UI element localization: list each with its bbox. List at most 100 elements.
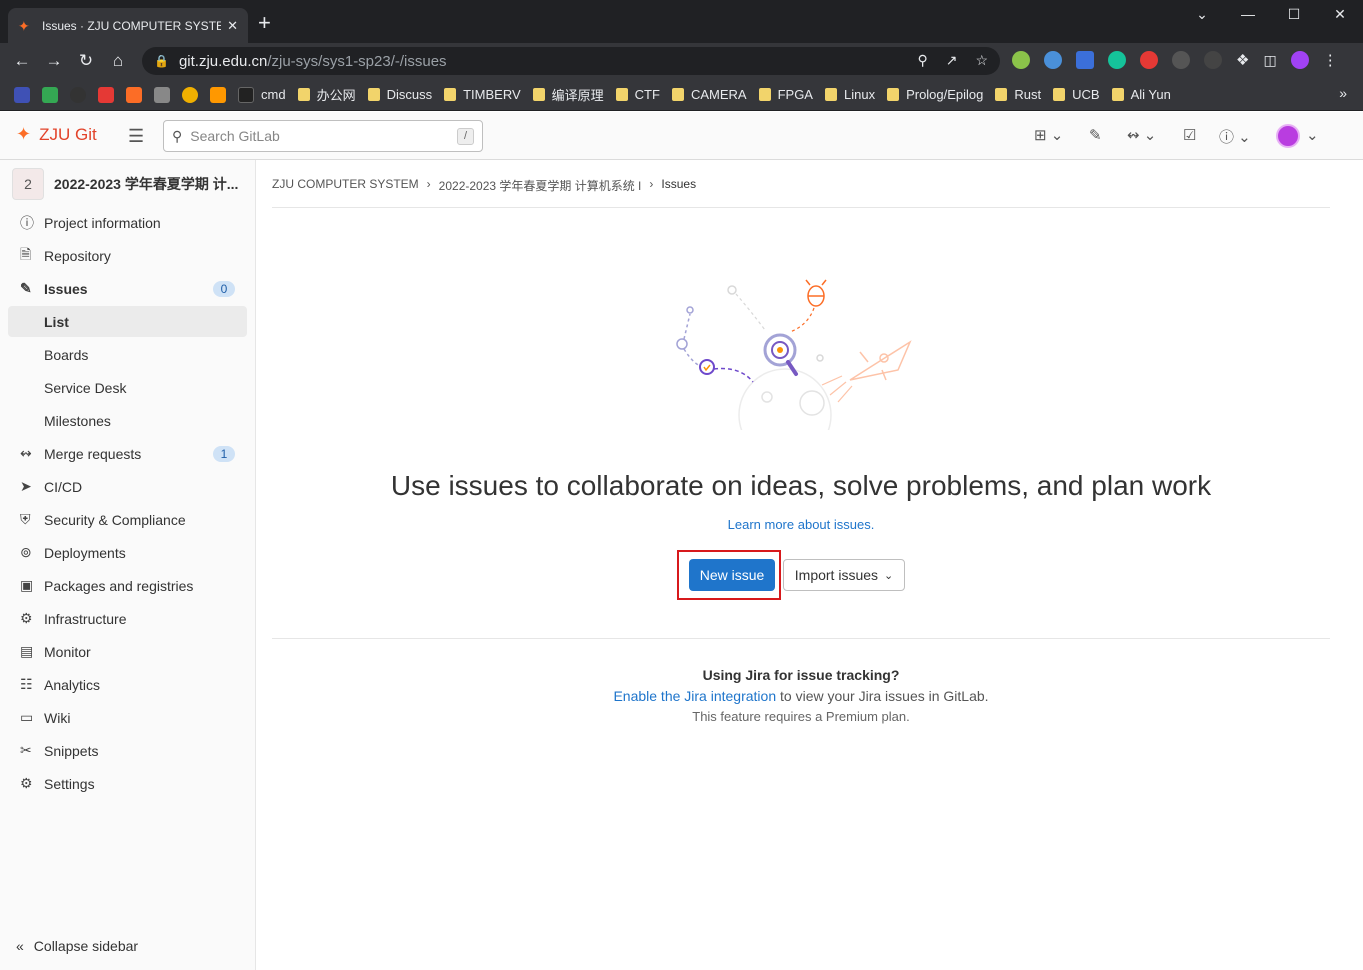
sidebar-item-label: Infrastructure: [44, 610, 127, 627]
bookmark-icon[interactable]: [98, 86, 114, 103]
lock-icon[interactable]: 🔒: [154, 54, 169, 68]
search-input[interactable]: ⚲ Search GitLab /: [163, 120, 483, 152]
home-icon[interactable]: ⌂: [108, 51, 128, 71]
bookmark-folder[interactable]: TIMBERV: [444, 87, 521, 102]
sidebar-item-repository[interactable]: 🗎 Repository: [8, 240, 247, 271]
bookmark-folder[interactable]: Prolog/Epilog: [887, 87, 983, 102]
bookmark-folder[interactable]: Rust: [995, 87, 1041, 102]
bookmark-icon[interactable]: [182, 86, 198, 103]
sidebar-item-label: Boards: [44, 346, 89, 363]
sidebar-item-monitor[interactable]: ▤ Monitor: [8, 636, 247, 667]
sidebar-item-project-information[interactable]: ⓘ Project information: [8, 207, 247, 238]
bookmark-cmd[interactable]: cmd: [238, 86, 286, 103]
maximize-icon[interactable]: ☐: [1279, 6, 1309, 23]
sidebar-item-issues[interactable]: ✎ Issues 0: [8, 273, 247, 304]
breadcrumb-current[interactable]: Issues: [661, 177, 696, 194]
bookmark-star-icon[interactable]: ☆: [975, 52, 988, 69]
extension-icon[interactable]: [1076, 51, 1094, 69]
bookmark-folder[interactable]: Discuss: [367, 87, 432, 102]
bookmark-folder[interactable]: 办公网: [297, 85, 356, 104]
bookmark-icon[interactable]: [14, 86, 30, 103]
folder-icon: [758, 88, 771, 101]
sidebar-item-boards[interactable]: Boards: [8, 339, 247, 370]
bookmark-folder[interactable]: 编译原理: [532, 85, 604, 104]
sidebar-item-service-desk[interactable]: Service Desk: [8, 372, 247, 403]
new-issue-button[interactable]: New issue: [689, 559, 775, 591]
shield-icon: ⛨: [20, 511, 31, 527]
sidebar-item-list[interactable]: List: [8, 306, 247, 337]
scrollbar[interactable]: [1349, 160, 1363, 970]
url-bar[interactable]: 🔒 git.zju.edu.cn /zju-sys/sys1-sp23/-/is…: [142, 47, 1000, 75]
search-shortcut-key: /: [457, 128, 474, 145]
sidebar-item-deployments[interactable]: ⊚ Deployments: [8, 537, 247, 568]
close-window-icon[interactable]: ✕: [1325, 6, 1355, 23]
breadcrumb-project[interactable]: 2022-2023 学年春夏学期 计算机系统 I: [439, 177, 642, 194]
minimize-icon[interactable]: —: [1233, 6, 1263, 22]
grammarly-icon[interactable]: [1108, 51, 1126, 69]
issues-icon[interactable]: ✎: [1089, 126, 1102, 144]
collapse-sidebar-button[interactable]: « Collapse sidebar: [16, 938, 138, 954]
extension-icon[interactable]: [1044, 51, 1062, 69]
sidebar-item-label: Snippets: [44, 742, 99, 759]
search-icon: ⚲: [172, 127, 183, 144]
extension-icon[interactable]: [1172, 51, 1190, 69]
create-new-icon[interactable]: ⊞ ⌄: [1034, 126, 1063, 144]
bookmark-folder[interactable]: Ali Yun: [1111, 87, 1171, 102]
bookmark-folder[interactable]: FPGA: [758, 87, 813, 102]
browser-tab[interactable]: ✦ Issues · ZJU COMPUTER SYSTE ✕: [8, 8, 248, 43]
forward-icon[interactable]: →: [44, 51, 64, 71]
sidebar-item-infrastructure[interactable]: ⚙ Infrastructure: [8, 603, 247, 634]
google-drive-icon[interactable]: [42, 86, 58, 103]
help-icon[interactable]: ⓘ ⌄: [1219, 126, 1251, 147]
back-icon[interactable]: ←: [12, 51, 32, 71]
folder-icon: [367, 88, 380, 101]
puzzle-icon[interactable]: ❖: [1236, 51, 1249, 69]
browser-menu-icon[interactable]: ⋮: [1323, 51, 1338, 69]
learn-more-link[interactable]: Learn more about issues.: [272, 517, 1330, 532]
bookmarks-bar: cmd 办公网 Discuss TIMBERV 编译原理 CTF CAMERA …: [0, 79, 1363, 111]
bookmark-folder[interactable]: CTF: [615, 87, 660, 102]
gitlab-logo[interactable]: ✦ ZJU Git: [16, 124, 97, 145]
new-tab-icon[interactable]: +: [258, 12, 271, 34]
enable-jira-link[interactable]: Enable the Jira integration: [613, 688, 776, 704]
zoom-search-icon[interactable]: ⚲: [917, 52, 927, 69]
hamburger-menu-icon[interactable]: ☰: [128, 126, 144, 147]
sidebar-item-settings[interactable]: ⚙ Settings: [8, 768, 247, 799]
breadcrumb-group[interactable]: ZJU COMPUTER SYSTEM: [272, 177, 419, 194]
sidebar-item-packages-registries[interactable]: ▣ Packages and registries: [8, 570, 247, 601]
tab-search-icon[interactable]: ⌄: [1187, 6, 1217, 23]
chart-icon: ☷: [20, 676, 33, 692]
sidebar-item-merge-requests[interactable]: ↭ Merge requests 1: [8, 438, 247, 469]
extension-icon[interactable]: [1204, 51, 1222, 69]
bookmark-folder[interactable]: CAMERA: [671, 87, 747, 102]
sidebar-item-security-compliance[interactable]: ⛨ Security & Compliance: [8, 504, 247, 535]
sidebar-item-wiki[interactable]: ▭ Wiki: [8, 702, 247, 733]
sidebar-item-snippets[interactable]: ✂ Snippets: [8, 735, 247, 766]
bookmark-folder[interactable]: Linux: [824, 87, 875, 102]
bookmark-icon[interactable]: [210, 86, 226, 103]
merge-requests-icon[interactable]: ↭ ⌄: [1127, 126, 1156, 144]
profile-avatar[interactable]: [1290, 51, 1309, 69]
bookmark-icon[interactable]: [154, 86, 170, 103]
adblock-icon[interactable]: [1140, 51, 1158, 69]
sidepanel-icon[interactable]: ◫: [1263, 52, 1276, 69]
reload-icon[interactable]: ↻: [76, 51, 96, 71]
bookmark-folder[interactable]: UCB: [1053, 87, 1100, 102]
extension-icon[interactable]: [1012, 51, 1030, 69]
project-header[interactable]: 2 2022-2023 学年春夏学期 计...: [12, 168, 238, 200]
folder-icon: [995, 88, 1008, 101]
gitlab-icon[interactable]: [126, 86, 142, 103]
sidebar-item-ci-cd[interactable]: ➤ CI/CD: [8, 471, 247, 502]
todos-icon[interactable]: ☑: [1183, 126, 1196, 144]
close-tab-icon[interactable]: ✕: [227, 18, 238, 34]
user-avatar[interactable]: [1276, 124, 1300, 148]
sidebar-item-label: Monitor: [44, 643, 91, 660]
sidebar-item-analytics[interactable]: ☷ Analytics: [8, 669, 247, 700]
share-icon[interactable]: ↗: [946, 52, 958, 69]
import-issues-dropdown[interactable]: Import issues ⌄: [783, 559, 905, 591]
more-bookmarks-icon[interactable]: »: [1339, 85, 1347, 101]
project-avatar: 2: [12, 168, 44, 200]
github-icon[interactable]: [70, 86, 86, 103]
sidebar-item-milestones[interactable]: Milestones: [8, 405, 247, 436]
user-menu-chevron-icon[interactable]: ⌄: [1306, 126, 1319, 144]
